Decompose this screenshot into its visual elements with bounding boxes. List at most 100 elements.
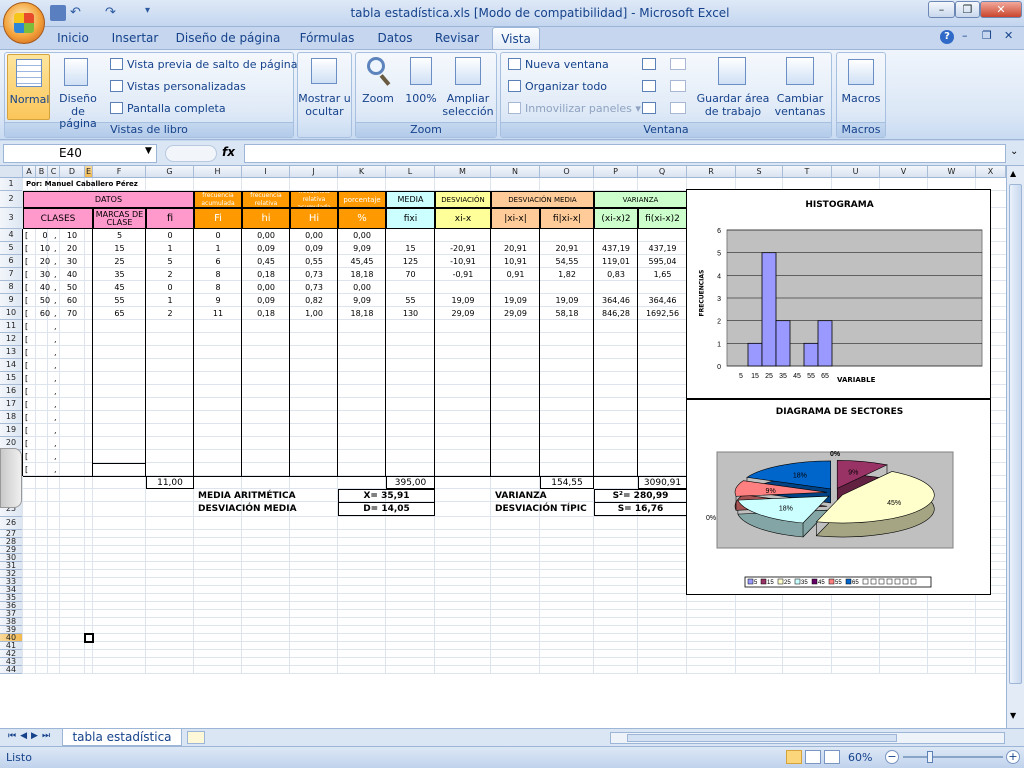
cell-F[interactable]: 8 bbox=[194, 283, 242, 292]
media-value[interactable]: X= 35,91 bbox=[338, 489, 435, 503]
cell-sq[interactable]: 119,01 bbox=[594, 257, 638, 266]
row-header[interactable]: 13 bbox=[0, 346, 23, 359]
office-button[interactable] bbox=[3, 2, 45, 44]
side-by-side-icon[interactable] bbox=[670, 58, 686, 70]
cell-f[interactable]: 1 bbox=[146, 296, 194, 305]
normal-view-button[interactable]: Normal bbox=[7, 54, 50, 120]
cell-H[interactable]: 0,55 bbox=[290, 257, 338, 266]
restore-button[interactable]: ❐ bbox=[955, 1, 980, 18]
row-header[interactable]: 6 bbox=[0, 255, 23, 268]
normal-view-status-icon[interactable] bbox=[786, 750, 802, 764]
cell-H[interactable]: 1,00 bbox=[290, 309, 338, 318]
cell-F[interactable]: 9 bbox=[194, 296, 242, 305]
column-header[interactable]: A bbox=[23, 166, 36, 178]
side-handle[interactable] bbox=[0, 448, 22, 508]
cell-fad[interactable]: 58,18 bbox=[540, 309, 594, 318]
cell-d[interactable]: 29,09 bbox=[435, 309, 491, 318]
cell-ad[interactable]: 29,09 bbox=[491, 309, 540, 318]
cell-fsq[interactable]: 437,19 bbox=[638, 244, 687, 253]
total-f[interactable]: 11,00 bbox=[146, 476, 194, 489]
column-header[interactable]: M bbox=[435, 166, 491, 178]
column-header[interactable]: V bbox=[880, 166, 928, 178]
cell-p[interactable]: 0,00 bbox=[338, 231, 386, 240]
column-header[interactable]: G bbox=[146, 166, 194, 178]
cell-x[interactable]: 35 bbox=[93, 270, 146, 279]
column-header[interactable]: N bbox=[491, 166, 540, 178]
cell-sq[interactable]: 437,19 bbox=[594, 244, 638, 253]
column-header[interactable]: X bbox=[976, 166, 1006, 178]
redo-icon[interactable]: ↷ bbox=[105, 5, 121, 21]
row-header[interactable]: 3 bbox=[0, 208, 23, 229]
reset-window-icon[interactable] bbox=[670, 102, 686, 114]
cell-H[interactable]: 0,00 bbox=[290, 231, 338, 240]
formula-input[interactable] bbox=[244, 144, 1006, 163]
cell-ad[interactable]: 10,91 bbox=[491, 257, 540, 266]
column-header[interactable]: R bbox=[687, 166, 736, 178]
cell-p[interactable]: 18,18 bbox=[338, 270, 386, 279]
row-header[interactable]: 5 bbox=[0, 242, 23, 255]
page-layout-button[interactable]: Diseño de página bbox=[52, 54, 104, 130]
show-hide-button[interactable]: Mostrar u ocultar bbox=[298, 54, 351, 120]
tip-value[interactable]: S= 16,76 bbox=[594, 502, 687, 516]
cell-fx[interactable]: 125 bbox=[386, 257, 435, 266]
column-header[interactable]: P bbox=[594, 166, 638, 178]
cell-fad[interactable]: 1,82 bbox=[540, 270, 594, 279]
row-header[interactable]: 10 bbox=[0, 307, 23, 320]
row-header[interactable]: 44 bbox=[0, 666, 23, 674]
minimize-button[interactable]: – bbox=[928, 1, 955, 18]
tab-formulas[interactable]: Fórmulas bbox=[292, 27, 362, 49]
column-header[interactable]: E bbox=[85, 166, 93, 178]
total-fsq[interactable]: 3090,91 bbox=[638, 476, 687, 489]
select-all-corner[interactable] bbox=[0, 166, 23, 178]
column-header[interactable]: B bbox=[36, 166, 48, 178]
help-icon[interactable]: ? bbox=[940, 30, 954, 44]
cell-f[interactable]: 2 bbox=[146, 270, 194, 279]
cell-h[interactable]: 0,09 bbox=[242, 296, 290, 305]
ribbon-restore-icon[interactable]: ❐ bbox=[982, 29, 992, 42]
cell-fad[interactable]: 19,09 bbox=[540, 296, 594, 305]
scroll-down-icon[interactable]: ▼ bbox=[1010, 711, 1016, 720]
row-header[interactable]: 4 bbox=[0, 229, 23, 242]
column-header[interactable]: K bbox=[338, 166, 386, 178]
cell-d[interactable]: -0,91 bbox=[435, 270, 491, 279]
row-header[interactable]: 8 bbox=[0, 281, 23, 294]
full-screen-button[interactable]: Pantalla completa bbox=[110, 102, 226, 115]
scroll-up-icon[interactable]: ▲ bbox=[1010, 169, 1016, 178]
zoom-level[interactable]: 60% bbox=[848, 751, 872, 764]
column-header[interactable]: J bbox=[290, 166, 338, 178]
column-header[interactable]: T bbox=[783, 166, 832, 178]
sheet-tab[interactable]: tabla estadística bbox=[62, 729, 182, 746]
cell-F[interactable]: 0 bbox=[194, 231, 242, 240]
save-icon[interactable] bbox=[50, 5, 66, 21]
cell-fsq[interactable]: 364,46 bbox=[638, 296, 687, 305]
cell-p[interactable]: 0,00 bbox=[338, 283, 386, 292]
tab-inicio[interactable]: Inicio bbox=[48, 27, 98, 49]
column-header[interactable]: L bbox=[386, 166, 435, 178]
cell-fx[interactable]: 15 bbox=[386, 244, 435, 253]
horizontal-scrollbar[interactable] bbox=[610, 732, 1005, 744]
cell-fsq[interactable]: 595,04 bbox=[638, 257, 687, 266]
histogram-chart[interactable]: HISTOGRAMA 0 1 2 3 4 5 6 5 15 25 35 45 55 65 FRECUENC… bbox=[686, 189, 991, 399]
selected-cell[interactable] bbox=[84, 633, 94, 643]
insert-sheet-icon[interactable] bbox=[187, 731, 205, 744]
cell-h[interactable]: 0,00 bbox=[242, 231, 290, 240]
row-header[interactable]: 19 bbox=[0, 424, 23, 437]
sync-scroll-icon[interactable] bbox=[670, 80, 686, 92]
tab-insertar[interactable]: Insertar bbox=[104, 27, 166, 49]
zoom-button[interactable]: Zoom bbox=[358, 54, 398, 114]
column-header[interactable]: I bbox=[242, 166, 290, 178]
hide-window-icon[interactable] bbox=[642, 80, 656, 92]
column-header[interactable]: F bbox=[93, 166, 146, 178]
split-icon[interactable] bbox=[642, 58, 656, 70]
unhide-window-icon[interactable] bbox=[642, 102, 656, 114]
cell-p[interactable]: 45,45 bbox=[338, 257, 386, 266]
insert-function-icon[interactable]: fx bbox=[222, 145, 235, 159]
total-fad[interactable]: 154,55 bbox=[540, 476, 594, 489]
cell-d[interactable]: 19,09 bbox=[435, 296, 491, 305]
column-header[interactable]: D bbox=[60, 166, 85, 178]
column-header[interactable]: U bbox=[832, 166, 880, 178]
cell-H[interactable]: 0,73 bbox=[290, 283, 338, 292]
cell-fx[interactable]: 55 bbox=[386, 296, 435, 305]
cell-x[interactable]: 65 bbox=[93, 309, 146, 318]
cell-F[interactable]: 11 bbox=[194, 309, 242, 318]
